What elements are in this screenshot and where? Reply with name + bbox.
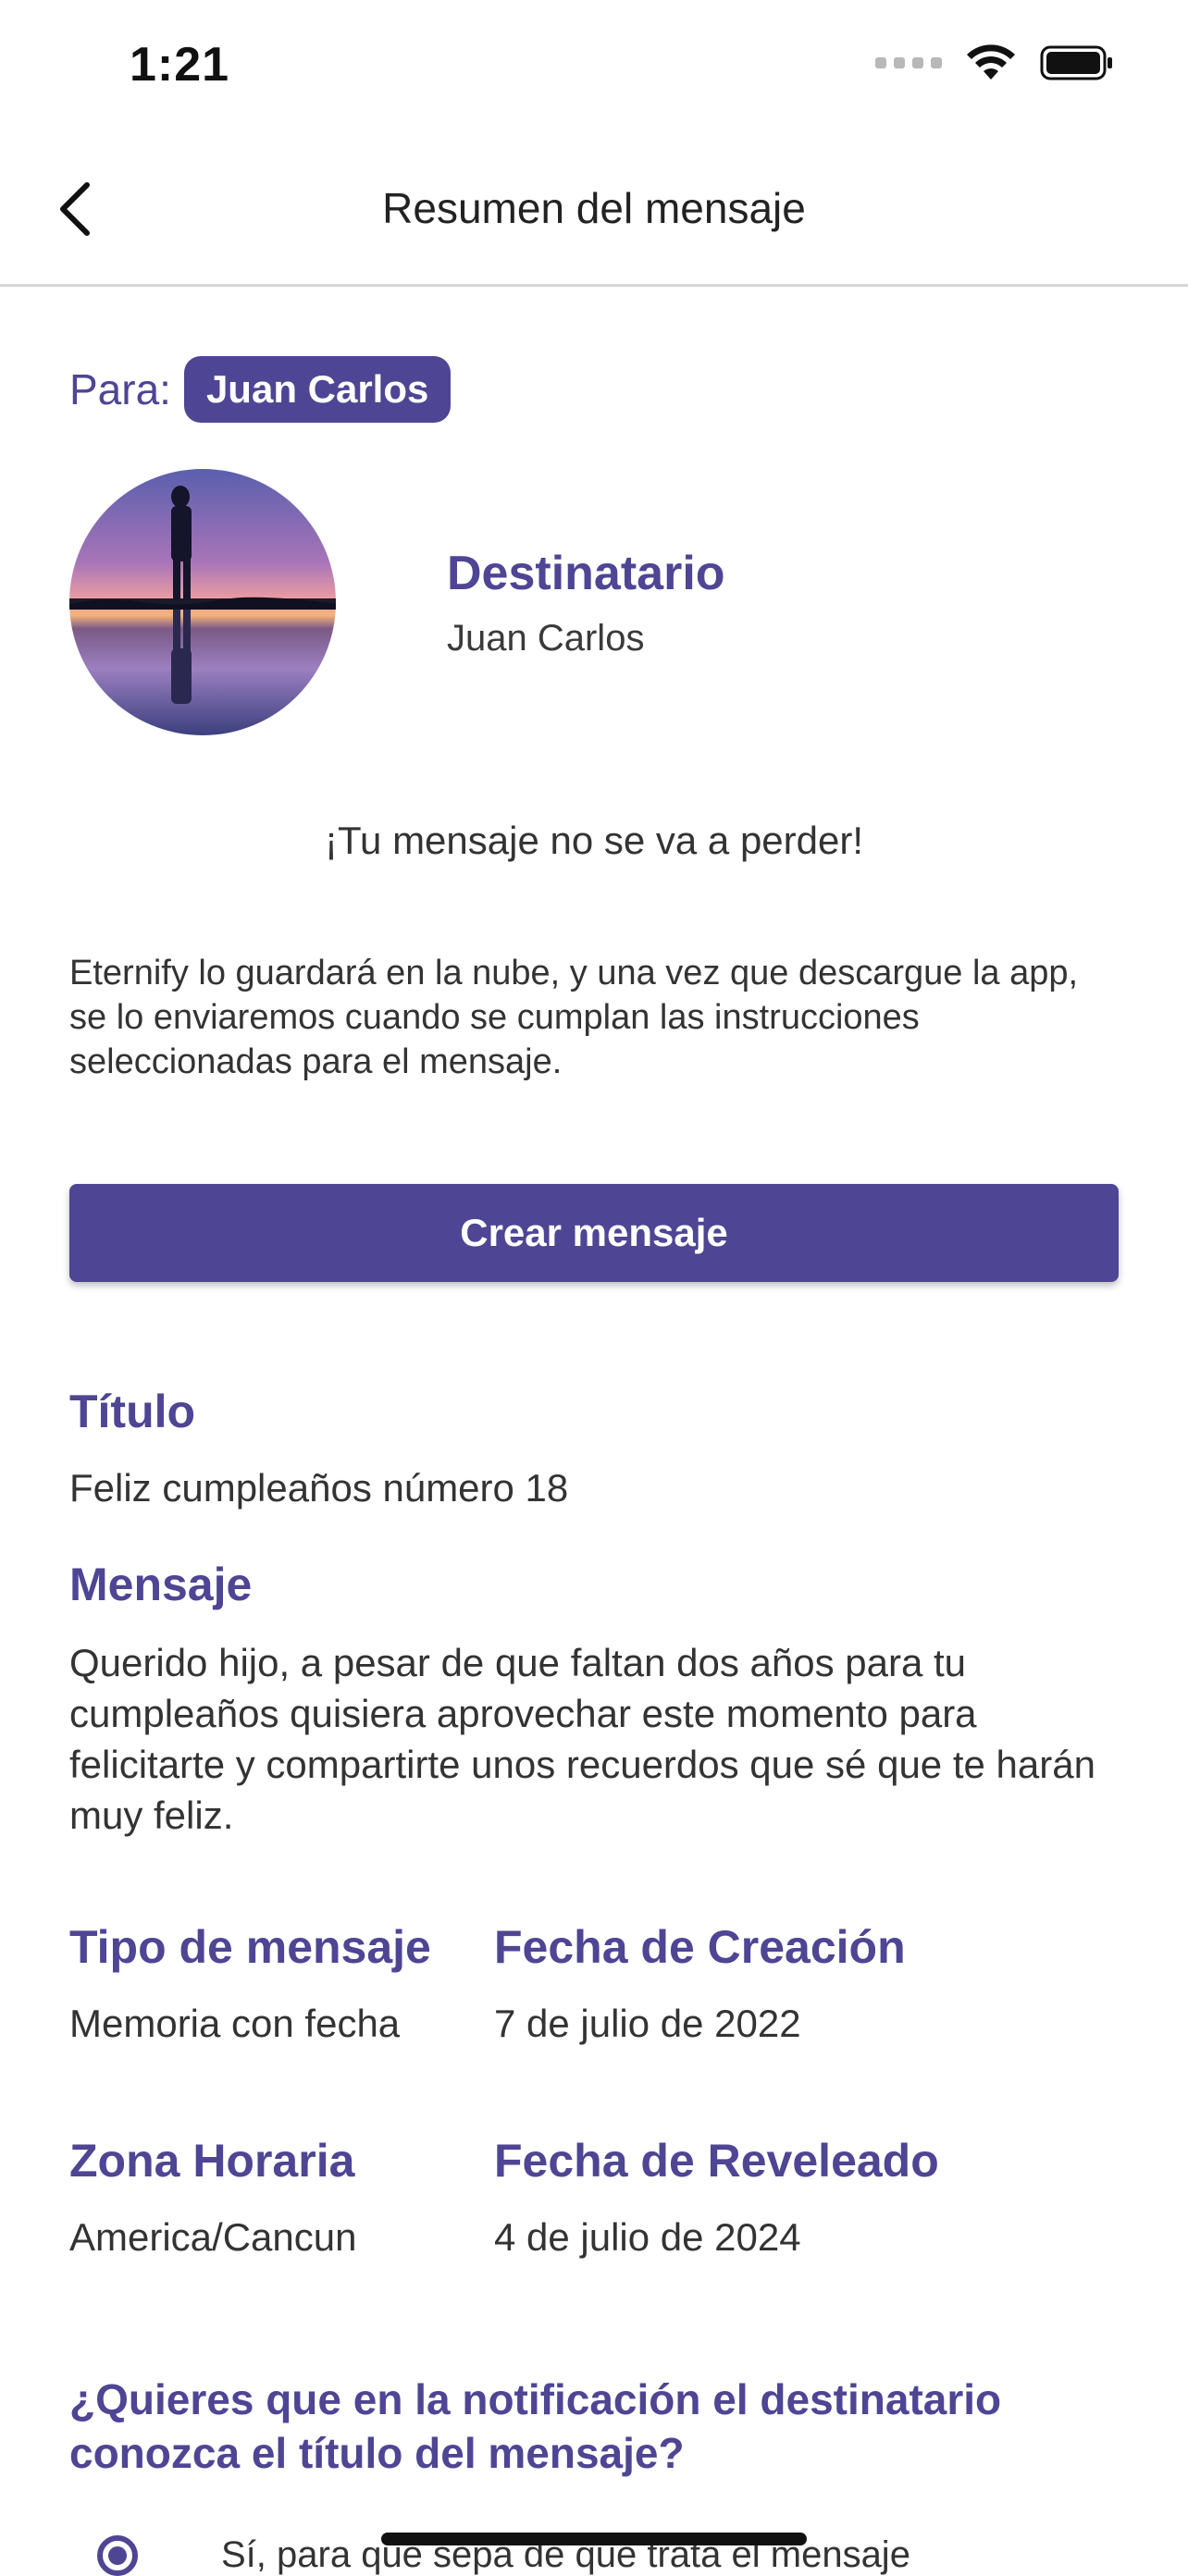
- message-value: Querido hijo, a pesar de que faltan dos …: [69, 1641, 1095, 1837]
- create-message-button[interactable]: Crear mensaje: [69, 1184, 1119, 1282]
- recipient-name: Juan Carlos: [447, 618, 645, 659]
- para-label: Para:: [69, 365, 171, 413]
- page-title: Resumen del mensaje: [382, 184, 806, 232]
- notice-body: Eternify lo guardará en la nube, y una v…: [69, 954, 1079, 1081]
- type-value: Memoria con fecha: [69, 2002, 401, 2045]
- created-date-label: Fecha de Creación: [494, 1921, 906, 1973]
- title-value: Feliz cumpleaños número 18: [69, 1466, 569, 1510]
- signal-dots-icon: [875, 57, 942, 68]
- reveal-date-value: 4 de julio de 2024: [494, 2215, 801, 2259]
- reveal-date-label: Fecha de Reveleado: [494, 2135, 939, 2187]
- type-label: Tipo de mensaje: [69, 1921, 431, 1973]
- timezone-value: America/Cancun: [69, 2215, 357, 2259]
- navigation-bar: Resumen del mensaje: [0, 139, 1188, 287]
- battery-icon: [1040, 45, 1112, 80]
- notice-heading: ¡Tu mensaje no se va a perder!: [324, 819, 864, 862]
- notification-question: ¿Quieres que en la notificación el desti…: [69, 2375, 1002, 2477]
- recipient-info: Destinatario Juan Carlos: [447, 546, 725, 659]
- wifi-icon: [967, 44, 1015, 80]
- avatar: [69, 469, 336, 735]
- status-icons: [875, 44, 1114, 81]
- status-bar: 1:21: [0, 0, 1188, 139]
- recipient-chip[interactable]: Juan Carlos: [183, 356, 452, 423]
- recipient-row: Para: Juan Carlos: [69, 356, 452, 423]
- created-date-value: 7 de julio de 2022: [494, 2002, 801, 2045]
- message-label: Mensaje: [69, 1559, 253, 1610]
- recipient-heading: Destinatario: [447, 547, 725, 600]
- title-label: Título: [69, 1386, 196, 1437]
- timezone-label: Zona Horaria: [69, 2135, 355, 2187]
- home-indicator: [381, 2533, 807, 2545]
- radio-selected-dot: [108, 2545, 127, 2565]
- status-time: 1:21: [130, 38, 230, 92]
